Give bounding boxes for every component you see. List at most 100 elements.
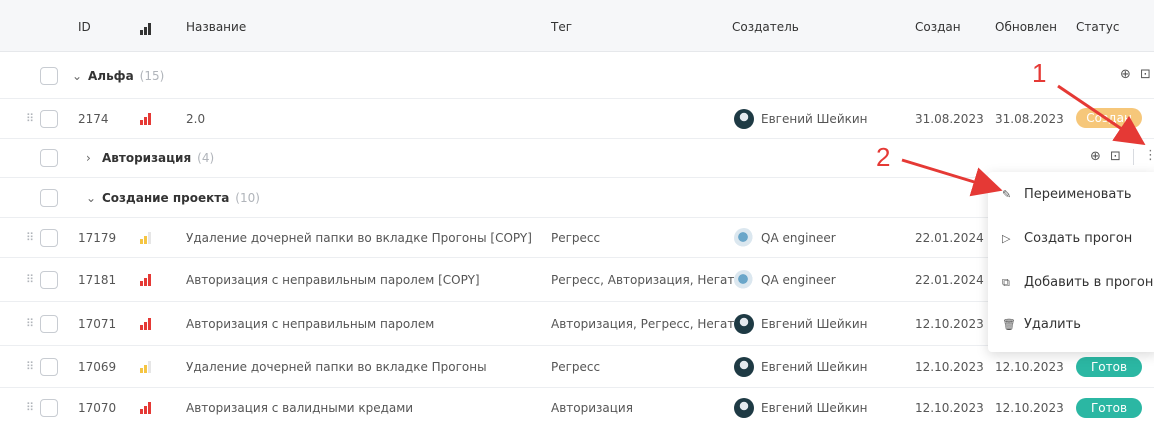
status-badge: Создан	[1076, 108, 1142, 128]
table-row[interactable]: ⠿ 17069 Удаление дочерней папки во вклад…	[0, 346, 1154, 388]
group-count: (4)	[197, 151, 215, 165]
add-to-run-icon: ⧉	[1002, 276, 1010, 289]
menu-item-add-to-run[interactable]: ⧉ Добавить в прогон	[988, 262, 1154, 306]
header-status[interactable]: Статус	[1076, 20, 1119, 34]
row-checkbox[interactable]	[40, 271, 58, 289]
add-circle-icon[interactable]: ⊕	[1120, 67, 1131, 82]
row-created: 22.01.2024	[915, 231, 984, 245]
group-checkbox[interactable]	[40, 189, 58, 207]
add-folder-icon[interactable]: ⊡	[1140, 67, 1151, 82]
drag-handle-icon[interactable]: ⠿	[26, 112, 34, 125]
row-creator: Евгений Шейкин	[761, 360, 868, 374]
priority-icon	[140, 232, 152, 244]
group-count: (10)	[235, 191, 260, 205]
row-creator: Евгений Шейкин	[761, 317, 868, 331]
context-menu: ✎ Переименовать ▷ Создать прогон ⧉ Добав…	[988, 172, 1154, 352]
row-tag: Авторизация	[551, 401, 633, 415]
row-id: 17070	[78, 401, 117, 415]
group-title: Альфа (15)	[88, 69, 164, 83]
row-updated: 31.08.2023	[995, 112, 1064, 126]
row-checkbox[interactable]	[40, 315, 58, 333]
menu-item-create-run[interactable]: ▷ Создать прогон	[988, 218, 1154, 262]
priority-icon	[140, 402, 152, 414]
avatar	[734, 270, 754, 290]
menu-label: Добавить в прогон	[1024, 275, 1154, 290]
table-row[interactable]: ⠿ 2174 2.0 Евгений Шейкин 31.08.2023 31.…	[0, 99, 1154, 139]
header-updated[interactable]: Обновлен	[995, 20, 1057, 34]
row-updated: 12.10.2023	[995, 360, 1064, 374]
row-tag: Регресс	[551, 231, 601, 245]
table-row[interactable]: ⠿ 17181 Авторизация с неправильным парол…	[0, 258, 1154, 302]
row-name[interactable]: Удаление дочерней папки во вкладке Прого…	[186, 231, 532, 245]
group-name: Альфа	[88, 69, 134, 83]
row-creator: QA engineer	[761, 273, 836, 287]
row-creator: QA engineer	[761, 231, 836, 245]
group-name: Создание проекта	[102, 191, 230, 205]
row-checkbox[interactable]	[40, 399, 58, 417]
group-row-project[interactable]: ⌄ Создание проекта (10)	[0, 178, 1154, 218]
chevron-down-icon[interactable]: ⌄	[86, 191, 96, 205]
menu-label: Переименовать	[1024, 187, 1132, 202]
avatar	[734, 314, 754, 334]
group-row-alpha[interactable]: ⌄ Альфа (15) ⊕ ⊡	[0, 55, 1154, 99]
row-creator: Евгений Шейкин	[761, 112, 868, 126]
trash-icon: 🗑	[1002, 318, 1016, 331]
drag-handle-icon[interactable]: ⠿	[26, 231, 34, 244]
status-badge: Готов	[1076, 398, 1142, 418]
row-id: 17069	[78, 360, 117, 374]
header-tag[interactable]: Тег	[551, 20, 572, 34]
header-creator[interactable]: Создатель	[732, 20, 799, 34]
status-badge: Готов	[1076, 357, 1142, 377]
drag-handle-icon[interactable]: ⠿	[26, 317, 34, 330]
row-id: 17181	[78, 273, 117, 287]
menu-item-rename[interactable]: ✎ Переименовать	[988, 174, 1154, 218]
header-id[interactable]: ID	[78, 20, 91, 34]
row-checkbox[interactable]	[40, 229, 58, 247]
row-id: 2174	[78, 112, 109, 126]
avatar	[734, 398, 754, 418]
group-title: Создание проекта (10)	[102, 191, 260, 205]
table-row[interactable]: ⠿ 17071 Авторизация с неправильным парол…	[0, 302, 1154, 346]
header-created[interactable]: Создан	[915, 20, 961, 34]
priority-icon	[140, 274, 152, 286]
divider	[1133, 149, 1134, 165]
row-name[interactable]: Удаление дочерней папки во вкладке Прого…	[186, 360, 487, 374]
row-id: 17071	[78, 317, 117, 331]
header-name[interactable]: Название	[186, 20, 246, 34]
row-name[interactable]: 2.0	[186, 112, 205, 126]
table-row[interactable]: ⠿ 17070 Авторизация с валидными кредами …	[0, 388, 1154, 426]
table-row[interactable]: ⠿ 17179 Удаление дочерней папки во вклад…	[0, 218, 1154, 258]
chevron-down-icon[interactable]: ⌄	[72, 69, 82, 83]
group-row-auth[interactable]: › Авторизация (4) ⊕ ⊡ ⋮	[0, 139, 1154, 178]
chevron-right-icon[interactable]: ›	[86, 151, 91, 165]
row-name[interactable]: Авторизация с неправильным паролем [COPY…	[186, 273, 480, 287]
row-created: 12.10.2023	[915, 401, 984, 415]
edit-icon: ✎	[1002, 188, 1012, 201]
group-checkbox[interactable]	[40, 67, 58, 85]
menu-label: Создать прогон	[1024, 231, 1133, 246]
drag-handle-icon[interactable]: ⠿	[26, 273, 34, 286]
group-name: Авторизация	[102, 151, 192, 165]
drag-handle-icon[interactable]: ⠿	[26, 401, 34, 414]
avatar	[734, 109, 754, 129]
row-name[interactable]: Авторизация с валидными кредами	[186, 401, 413, 415]
row-name[interactable]: Авторизация с неправильным паролем	[186, 317, 434, 331]
add-folder-icon[interactable]: ⊡	[1110, 149, 1121, 164]
row-updated: 12.10.2023	[995, 401, 1064, 415]
row-id: 17179	[78, 231, 117, 245]
annotation-number-2: 2	[876, 142, 891, 172]
row-created: 31.08.2023	[915, 112, 984, 126]
priority-icon[interactable]	[140, 23, 152, 35]
row-creator: Евгений Шейкин	[761, 401, 868, 415]
row-created: 12.10.2023	[915, 360, 984, 374]
row-created: 22.01.2024	[915, 273, 984, 287]
avatar	[734, 357, 754, 377]
group-checkbox[interactable]	[40, 149, 58, 167]
row-checkbox[interactable]	[40, 358, 58, 376]
menu-item-delete[interactable]: 🗑 Удалить	[988, 304, 1154, 348]
more-icon[interactable]: ⋮	[1144, 148, 1154, 163]
add-circle-icon[interactable]: ⊕	[1090, 149, 1101, 164]
avatar	[734, 228, 754, 248]
drag-handle-icon[interactable]: ⠿	[26, 360, 34, 373]
row-checkbox[interactable]	[40, 110, 58, 128]
